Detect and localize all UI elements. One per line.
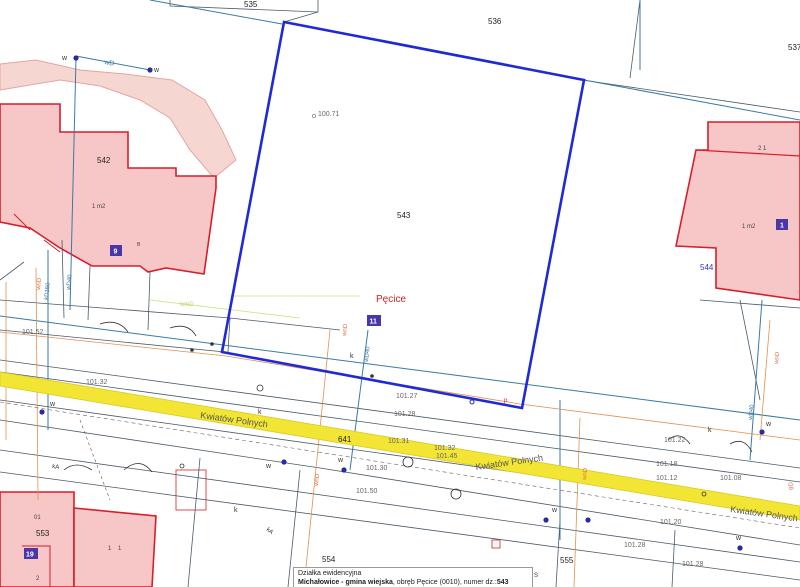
elevation: 101.28	[394, 411, 416, 418]
dashed-line-2	[79, 419, 111, 501]
badge-11: 11	[367, 315, 381, 326]
elevation: 101.52	[22, 329, 44, 336]
utility-label-gD: gD	[788, 481, 795, 490]
elevation: 101.18	[656, 461, 678, 468]
parcel-641: 641	[338, 435, 352, 444]
parcel-537: 537	[788, 43, 800, 52]
svg-text:1: 1	[780, 223, 784, 230]
elevation: 101.45	[436, 453, 458, 460]
utility-label-w: w	[765, 421, 772, 428]
utility-label-wmD: wmD	[179, 302, 194, 308]
utility-label-wD: wD	[103, 59, 115, 68]
dashed-line	[0, 401, 800, 529]
utility-label-wnD: wnD	[774, 351, 781, 365]
utility-label-k: k	[708, 427, 712, 434]
elevation: 101.32	[86, 379, 108, 386]
info-municipality: Michałowice - gmina wiejska	[298, 579, 393, 586]
elevation: 101.50	[356, 488, 378, 495]
parcel-554: 554	[322, 555, 336, 564]
info-parcel-number: 543	[496, 579, 509, 586]
utility-label-w: w	[735, 535, 742, 542]
elevation: 101.20	[660, 519, 682, 526]
utility-label-k: k	[258, 409, 262, 416]
parcel-544: 544	[700, 263, 714, 272]
svg-text:9: 9	[114, 249, 118, 256]
svg-text:11: 11	[370, 319, 378, 326]
utility-label-w: w	[153, 67, 160, 74]
utility-label-k: k	[350, 353, 354, 360]
building-label-01: 01	[34, 515, 41, 521]
building-right-group	[675, 121, 800, 301]
badge-9: 9	[110, 245, 122, 256]
utility-label-w: w	[265, 463, 272, 470]
utility-label-kD150: kD150	[44, 282, 52, 301]
parcel-542: 542	[97, 156, 111, 165]
elevation: 101.22	[664, 437, 686, 444]
building-542-group	[0, 59, 237, 275]
parcel-553: 553	[36, 529, 50, 538]
utility-label-wnD: wnD	[36, 277, 43, 291]
place-name: Pęcice	[376, 294, 406, 305]
utility-label-w: w	[61, 55, 68, 62]
elevation: 101.31	[388, 438, 410, 445]
building-label-21: 2 1	[758, 146, 767, 152]
building-right	[675, 121, 800, 301]
utility-label-w: w	[337, 457, 344, 464]
building-553b	[73, 507, 157, 587]
utility-label-w: w	[551, 507, 558, 514]
utility-label-w: w	[49, 401, 56, 408]
svg-text:19: 19	[26, 552, 34, 559]
utility-label-wnD: wnD	[314, 473, 321, 487]
elevation: 100.71	[318, 111, 340, 118]
info-precinct: , obręb Pęcice (0010), numer dz.:	[392, 579, 497, 586]
elevation: 101.32	[434, 445, 456, 452]
elevation: 101.30	[366, 465, 388, 472]
building-label-left: 1 m2	[92, 204, 106, 210]
utility-label-p: p	[504, 398, 508, 404]
elevation: 101.27	[396, 393, 418, 400]
badge-1: 1	[776, 219, 788, 230]
elevation: 101.08	[720, 475, 742, 482]
utility-label-wD40: wD40	[364, 346, 372, 364]
utility-label-wD40: wD40	[66, 274, 74, 292]
elevation: 101.28	[624, 542, 646, 549]
utility-label-s: S	[534, 573, 538, 579]
parcel-543[interactable]: 543	[397, 211, 411, 220]
building-label-right: 1 m2	[742, 224, 756, 230]
building-553	[0, 491, 75, 587]
utility-label-kA: kA	[52, 464, 60, 471]
utility-label-wnD: wnD	[342, 323, 349, 337]
buildings-bottom-left	[0, 491, 157, 587]
parcel-536: 536	[488, 17, 502, 26]
elevation: 101.12	[656, 475, 678, 482]
parcel-535: 535	[244, 0, 258, 9]
utility-label-kA: kA	[265, 527, 274, 536]
info-line: Michałowice - gmina wiejska, obręb Pęcic…	[298, 578, 528, 587]
utility-label-wD40: wD40	[748, 404, 756, 422]
utility-label-k: k	[234, 507, 238, 514]
parcel-info-box: Działka ewidencyjna Michałowice - gmina …	[293, 567, 533, 587]
badge-19: 19	[24, 548, 38, 559]
parcel-555: 555	[560, 556, 574, 565]
info-title: Działka ewidencyjna	[298, 570, 362, 577]
elevation: 101.28	[682, 561, 704, 568]
cadastral-map[interactable]: 535 536 537 542 543 544 553 554 555 641 …	[0, 0, 800, 587]
